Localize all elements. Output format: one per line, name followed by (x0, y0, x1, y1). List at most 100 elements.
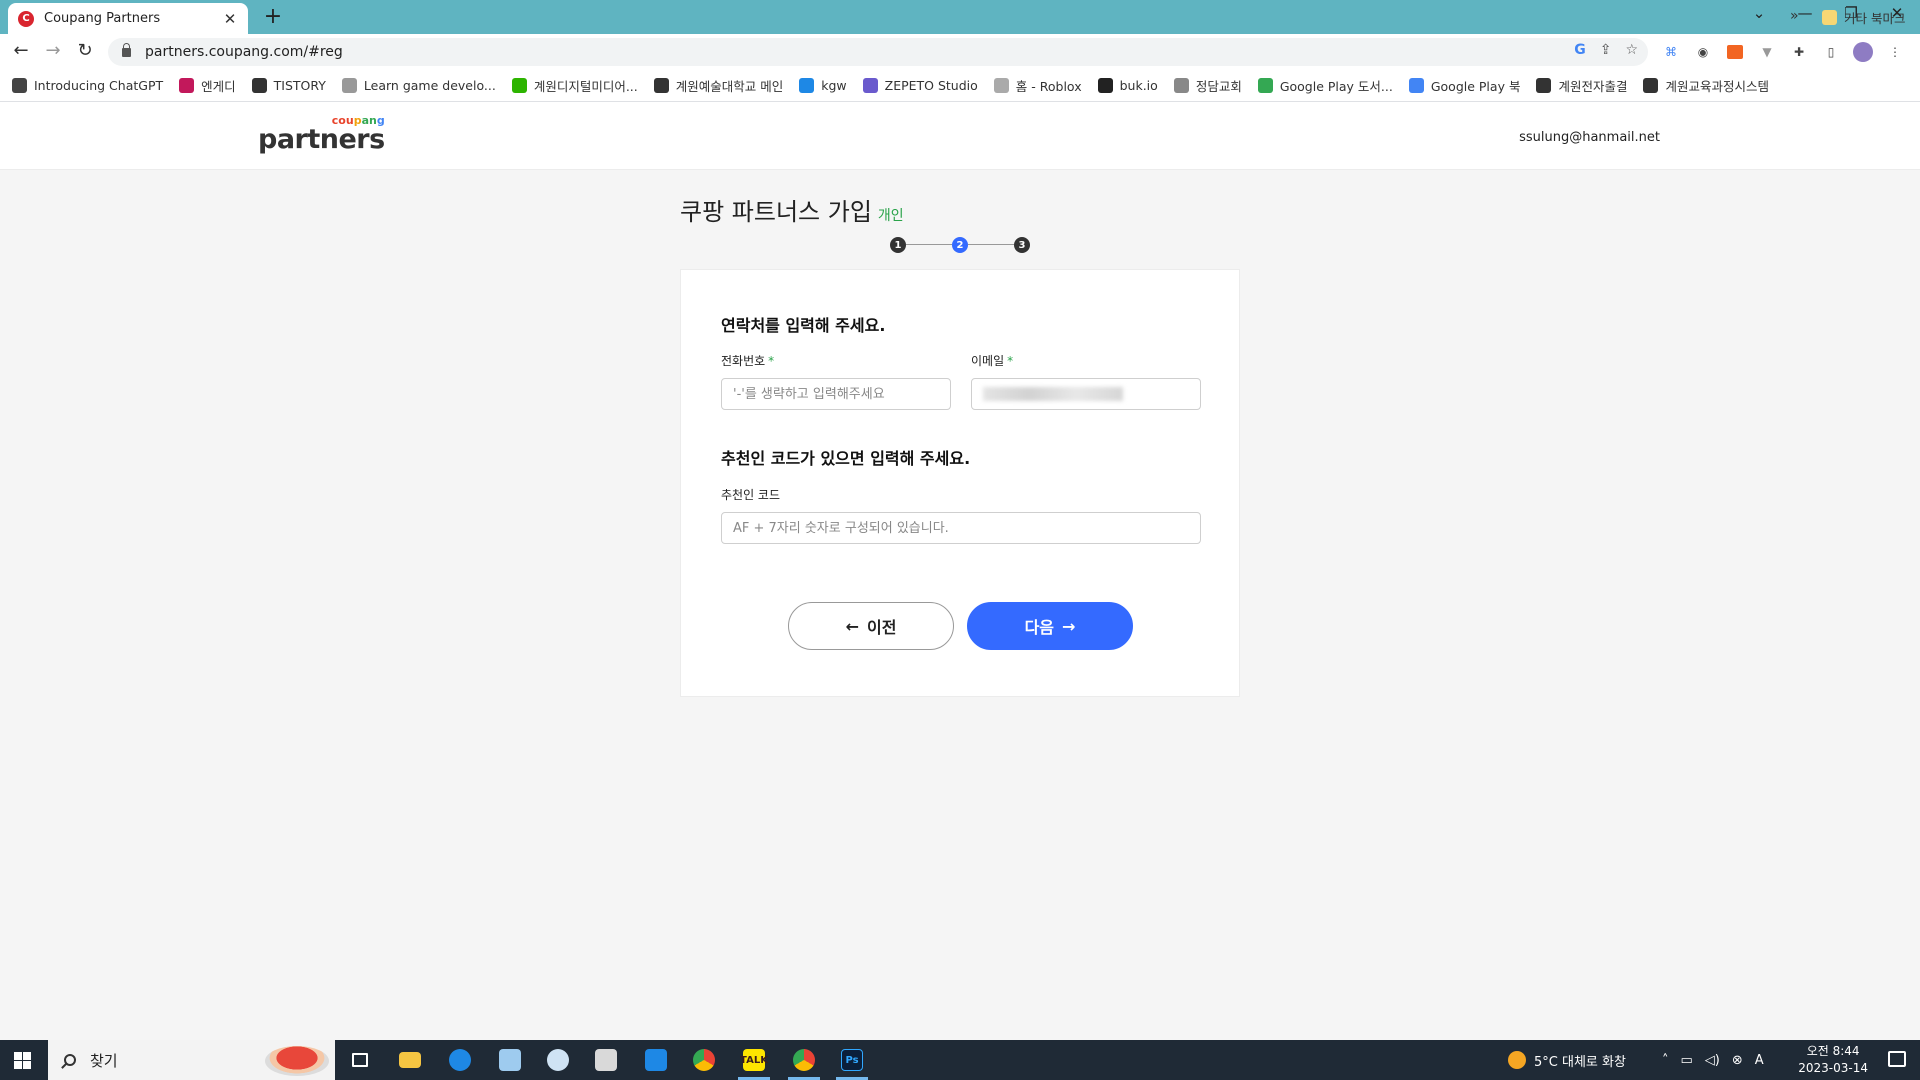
page-title-text: 쿠팡 파트너스 가입 (680, 198, 872, 226)
blue-app-icon[interactable] (440, 1044, 480, 1076)
screenshot-extension-icon[interactable]: ◉ (1692, 41, 1714, 63)
user-email[interactable]: ssulung@hanmail.net (1519, 130, 1660, 145)
windows-taskbar: 찾기 TALK Ps 5°C 대체로 화창 ˄ ▭ ◁) ⊗ A 오전 8:44… (0, 1040, 1920, 1080)
bookmark-label: 홈 - Roblox (1015, 79, 1082, 94)
step-2: 2 (952, 237, 968, 253)
extensions-puzzle-icon[interactable]: ✚ (1788, 41, 1810, 63)
file-explorer-icon[interactable] (390, 1044, 430, 1076)
network-icon[interactable]: ▭ (1681, 1053, 1693, 1068)
bookmark-favicon-icon (1643, 78, 1659, 93)
other-bookmarks-folder[interactable]: 기타 북마크 (1822, 8, 1905, 27)
phone-input[interactable] (721, 378, 951, 410)
back-icon[interactable]: ← (8, 40, 34, 61)
notepad-icon[interactable] (490, 1044, 530, 1076)
clock[interactable]: 오전 8:44 2023-03-14 (1798, 1043, 1868, 1077)
bookmark-item[interactable]: 계원예술대학교 메인 (653, 76, 783, 95)
step-connector (968, 244, 1014, 245)
forward-icon[interactable]: → (40, 40, 66, 61)
bookmark-item[interactable]: Google Play 도서... (1257, 76, 1393, 95)
weather-text: 5°C 대체로 화창 (1534, 1054, 1626, 1070)
taskbar-search-box[interactable]: 찾기 (48, 1040, 335, 1080)
orange-extension-icon[interactable] (1724, 41, 1746, 63)
previous-button-label: 이전 (866, 618, 897, 637)
referral-heading: 추천인 코드가 있으면 입력해 주세요. (721, 449, 971, 468)
bookmark-item[interactable]: 계원전자출결 (1536, 76, 1627, 95)
address-bar[interactable]: partners.coupang.com/#reg G ⇪ ☆ (108, 38, 1648, 66)
chrome-profile-icon[interactable] (784, 1044, 824, 1080)
bookmark-favicon-icon (251, 78, 267, 93)
bookmark-label: Google Play 도서... (1279, 79, 1393, 94)
bookmark-star-icon[interactable]: ☆ (1625, 42, 1638, 58)
folder-icon (1822, 10, 1837, 25)
vscode-icon[interactable] (636, 1044, 676, 1076)
bookmark-favicon-icon (12, 78, 27, 93)
security-icon[interactable]: ⊗ (1732, 1053, 1743, 1068)
bookmark-item[interactable]: 홈 - Roblox (993, 76, 1082, 95)
registration-form-card: 연락처를 입력해 주세요. 전화번호 * 이메일* 추천인 코드가 있으면 입력해… (680, 269, 1240, 697)
chrome-icon[interactable] (684, 1044, 724, 1076)
share-icon[interactable]: ⇪ (1600, 42, 1612, 58)
tab-search-icon[interactable]: ⌄ (1744, 4, 1774, 22)
weather-widget[interactable]: 5°C 대체로 화창 (1508, 1040, 1626, 1080)
bookmark-favicon-icon (862, 78, 878, 93)
bookmark-item[interactable]: Google Play 북 (1408, 76, 1520, 95)
photoshop-icon[interactable]: Ps (832, 1044, 872, 1080)
redacted-email-value (983, 387, 1123, 401)
bookmark-item[interactable]: 엔게디 (179, 76, 236, 95)
contact-heading: 연락처를 입력해 주세요. (721, 316, 886, 335)
bookmark-item[interactable]: Learn game develo... (341, 78, 496, 93)
logo-main: partners (258, 124, 385, 155)
next-button[interactable]: 다음 → (967, 602, 1133, 650)
step-indicator: 1 2 3 (890, 237, 1030, 253)
reload-icon[interactable]: ↻ (72, 40, 98, 61)
bookmark-label: Introducing ChatGPT (34, 78, 164, 93)
referral-label: 추천인 코드 (721, 488, 781, 502)
bookmark-item[interactable]: buk.io (1097, 78, 1158, 93)
profile-avatar-icon[interactable] (1852, 41, 1874, 63)
search-highlight-image (265, 1046, 329, 1076)
email-field[interactable] (971, 378, 1201, 410)
account-type-tag: 개인 (877, 208, 904, 224)
referral-code-input[interactable] (721, 512, 1201, 544)
bookmark-item[interactable]: 정담교회 (1173, 76, 1242, 95)
previous-button[interactable]: ← 이전 (788, 602, 954, 650)
google-icon[interactable]: G (1574, 42, 1586, 58)
bookmark-item[interactable]: TISTORY (251, 78, 326, 93)
bookmark-item[interactable]: Introducing ChatGPT (12, 78, 163, 93)
bookmark-item[interactable]: 계원디지털미디어... (511, 76, 638, 95)
browser-tab-bar: C Coupang Partners ✕ + ⌄ — ❐ ✕ (0, 0, 1920, 34)
browser-menu-icon[interactable]: ⋮ (1884, 41, 1906, 63)
notification-icon[interactable] (1888, 1051, 1906, 1067)
new-tab-button[interactable]: + (260, 4, 286, 29)
browser-tab[interactable]: C Coupang Partners ✕ (8, 3, 248, 34)
kakaotalk-icon[interactable]: TALK (734, 1044, 774, 1080)
bookmark-label: kgw (821, 78, 847, 93)
phone-label-text: 전화번호 (721, 354, 766, 368)
windows-start-icon[interactable] (14, 1052, 31, 1069)
next-button-label: 다음 (1024, 618, 1055, 637)
bookmark-label: 계원교육과정시스템 (1665, 79, 1769, 94)
translate-extension-icon[interactable]: ⌘ (1660, 41, 1682, 63)
bookmark-favicon-icon (511, 78, 527, 93)
bookmark-label: 정담교회 (1195, 79, 1242, 94)
bookmark-bar: Introducing ChatGPT 엔게디 TISTORY Learn game … (0, 70, 1920, 102)
bookmark-item[interactable]: kgw (799, 78, 847, 93)
tray-expand-icon[interactable]: ˄ (1662, 1053, 1669, 1068)
step-3: 3 (1014, 237, 1030, 253)
more-bookmarks-icon[interactable]: » (1790, 8, 1799, 24)
calculator-icon[interactable] (586, 1044, 626, 1076)
side-panel-icon[interactable]: ▯ (1820, 41, 1842, 63)
email-label: 이메일 * (971, 352, 1013, 369)
bookmark-item[interactable]: ZEPETO Studio (862, 78, 978, 93)
vue-extension-icon[interactable]: ▼ (1756, 41, 1778, 63)
paint-icon[interactable] (538, 1044, 578, 1076)
coupang-partners-logo[interactable]: coupang partners (258, 114, 385, 155)
required-mark: * (1007, 354, 1014, 368)
ime-indicator[interactable]: A (1755, 1053, 1764, 1068)
site-header: coupang partners ssulung@hanmail.net (0, 102, 1920, 170)
bookmark-item[interactable]: 계원교육과정시스템 (1643, 76, 1769, 95)
close-tab-icon[interactable]: ✕ (222, 10, 238, 28)
bookmark-label: buk.io (1119, 78, 1158, 93)
volume-icon[interactable]: ◁) (1705, 1053, 1720, 1068)
task-view-icon[interactable] (340, 1044, 380, 1076)
